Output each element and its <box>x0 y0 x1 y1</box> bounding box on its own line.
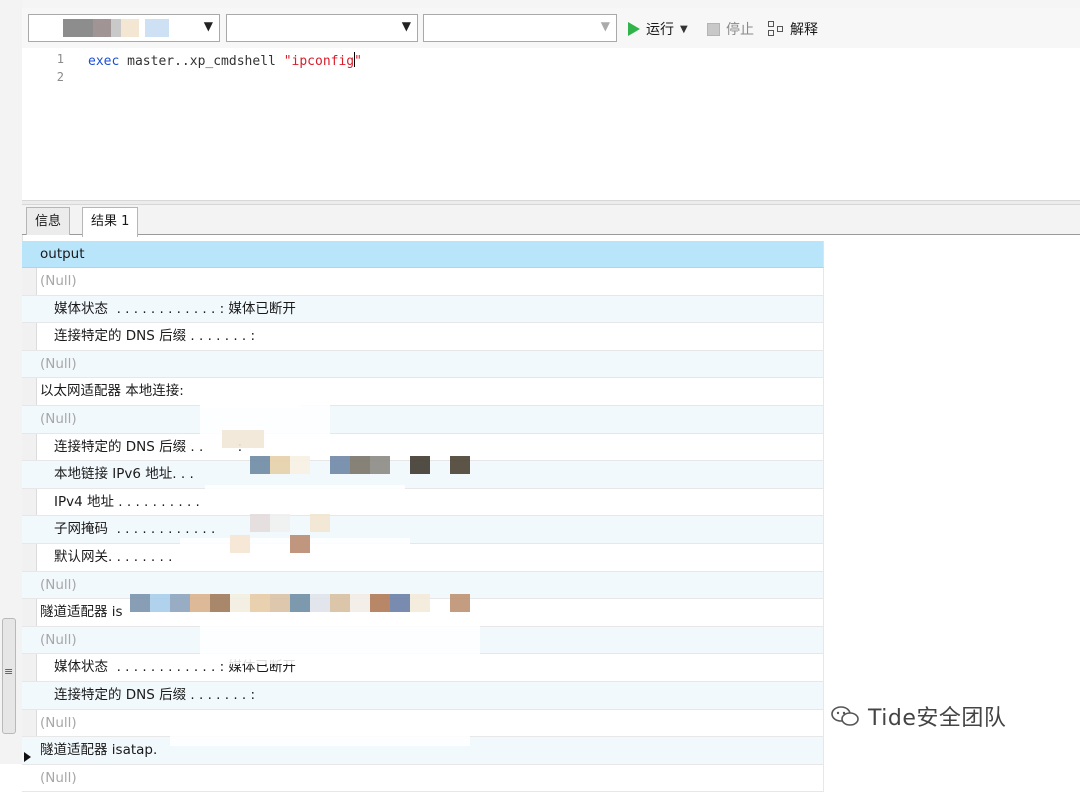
code-line-1[interactable]: exec master..xp_cmdshell "ipconfig" <box>88 52 362 69</box>
redaction-mosaic <box>410 456 430 474</box>
result-grid: output (Null) 媒体状态 . . . . . . . . . . .… <box>22 241 824 792</box>
tab-info[interactable]: 信息 <box>26 207 71 235</box>
schema-select[interactable]: ▼ <box>423 14 617 42</box>
explain-button[interactable]: 解释 <box>768 18 818 40</box>
code-text: master..xp_cmdshell <box>119 54 284 69</box>
redaction-mosaic <box>410 594 430 612</box>
line-number: 2 <box>56 70 64 84</box>
redaction-mosaic <box>330 456 350 474</box>
table-row[interactable]: (Null) <box>22 764 824 792</box>
redaction-mosaic <box>250 514 270 532</box>
wechat-icon <box>831 706 859 726</box>
table-row[interactable]: 以太网适配器 本地连接: <box>22 378 824 406</box>
column-header-output[interactable]: output <box>22 241 824 268</box>
code-string-end: " <box>354 54 362 69</box>
redaction-mosaic <box>290 594 310 612</box>
table-row[interactable]: 子网掩码 . . . . . . . . . . . . <box>22 516 824 544</box>
table-row[interactable]: (Null) <box>22 350 824 379</box>
query-toolbar: ▼ ▼ ▼ 运行 ▼ 停止 解释 <box>22 8 1080 49</box>
redaction-mosaic <box>222 430 264 448</box>
left-panel-strip: ≡ <box>0 0 23 764</box>
table-row[interactable]: 默认网关. . . . . . . . <box>22 543 824 572</box>
database-select[interactable]: ▼ <box>226 14 418 42</box>
chevron-down-icon: ▼ <box>401 19 411 33</box>
redaction-fog <box>205 485 405 515</box>
redaction-mosaic <box>370 456 390 474</box>
redaction-mosaic <box>350 456 370 474</box>
explain-icon <box>768 21 784 37</box>
redaction-mosaic <box>230 535 250 553</box>
chevron-down-icon: ▼ <box>203 19 213 33</box>
redaction-mosaic <box>270 594 290 612</box>
redaction-mosaic <box>270 456 290 474</box>
redaction-fog <box>200 378 300 408</box>
redaction-fog <box>200 618 480 664</box>
redaction-mosaic <box>170 594 190 612</box>
run-button[interactable]: 运行 ▼ <box>628 18 688 40</box>
table-row[interactable]: IPv4 地址 . . . . . . . . . . <box>22 488 824 517</box>
watermark-text: Tide安全团队 <box>868 706 1007 731</box>
redaction-mosaic <box>330 594 350 612</box>
redaction-mosaic <box>290 456 310 474</box>
redaction-mosaic <box>370 594 390 612</box>
code-string: "ipconfig <box>283 54 355 69</box>
redaction-mosaic <box>310 514 330 532</box>
redaction-mosaic <box>150 594 170 612</box>
redaction-mosaic <box>190 594 210 612</box>
redaction-fog <box>200 405 330 435</box>
sql-editor[interactable]: 1 2 exec master..xp_cmdshell "ipconfig" <box>22 48 1080 200</box>
redaction-mosaic <box>350 594 370 612</box>
line-number-gutter: 1 2 <box>22 48 67 200</box>
redaction-mosaic <box>250 456 270 474</box>
table-row[interactable]: 连接特定的 DNS 后缀 . . . . . . . : <box>22 681 824 710</box>
redaction-mosaic <box>310 594 330 612</box>
redaction-fog <box>170 716 470 746</box>
table-row[interactable]: 连接特定的 DNS 后缀 . . . . . . . : <box>22 323 824 351</box>
line-number: 1 <box>56 52 64 66</box>
stop-button[interactable]: 停止 <box>707 18 754 40</box>
redaction-mosaic <box>210 594 230 612</box>
stop-label: 停止 <box>726 22 754 38</box>
explain-label: 解释 <box>790 22 818 38</box>
tab-result-1[interactable]: 结果 1 <box>82 207 139 237</box>
redaction-mosaic <box>230 594 250 612</box>
connection-select[interactable]: ▼ <box>28 14 220 42</box>
play-icon <box>628 22 640 36</box>
panel-scroll-grip[interactable]: ≡ <box>2 618 16 734</box>
watermark: Tide安全团队 <box>830 700 1006 732</box>
stop-icon <box>707 22 720 36</box>
current-row-pointer-icon <box>24 752 31 762</box>
redaction-mosaic <box>250 594 270 612</box>
redaction-mosaic <box>450 456 470 474</box>
chevron-down-icon: ▼ <box>600 19 610 33</box>
result-tabs: 信息 结果 1 <box>22 205 1080 237</box>
redaction-mosaic <box>290 535 310 553</box>
redaction-mosaic <box>390 594 410 612</box>
redaction-mosaic <box>450 594 470 612</box>
table-row[interactable]: (Null) <box>22 405 824 434</box>
run-dropdown-icon[interactable]: ▼ <box>680 24 688 35</box>
code-keyword: exec <box>88 54 120 69</box>
run-label: 运行 <box>646 22 674 38</box>
table-row[interactable]: 媒体状态 . . . . . . . . . . . . : 媒体已断开 <box>22 295 824 324</box>
grip-icon: ≡ <box>4 665 14 678</box>
redaction-mosaic <box>130 594 150 612</box>
redaction-mosaic <box>270 514 290 532</box>
table-row[interactable]: (Null) <box>22 268 824 296</box>
